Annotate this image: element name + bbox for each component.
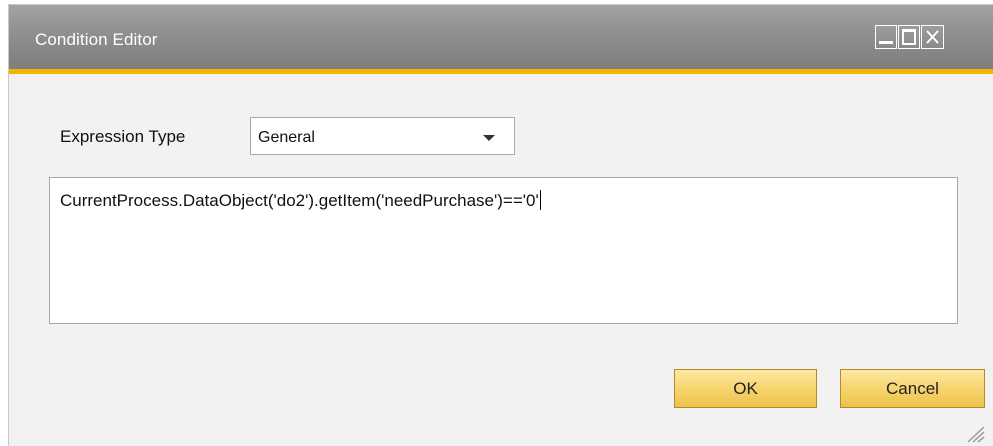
expression-text: CurrentProcess.DataObject('do2').getItem… — [60, 191, 539, 210]
title-accent-bar — [9, 69, 993, 74]
expression-type-select[interactable]: General — [250, 117, 515, 155]
ok-button[interactable]: OK — [674, 369, 817, 408]
expression-text-content: CurrentProcess.DataObject('do2').getItem… — [60, 190, 541, 211]
expression-type-label: Expression Type — [60, 127, 186, 146]
text-caret — [539, 190, 541, 210]
close-x-glyph — [926, 30, 939, 44]
title-bar[interactable]: Condition Editor — [9, 5, 993, 69]
maximize-icon[interactable] — [898, 25, 920, 49]
close-icon[interactable] — [921, 25, 944, 49]
cancel-button[interactable]: Cancel — [840, 369, 985, 408]
expression-textarea[interactable]: CurrentProcess.DataObject('do2').getItem… — [49, 177, 958, 324]
window-title: Condition Editor — [35, 30, 158, 49]
resize-grip-icon[interactable] — [964, 425, 986, 443]
chevron-down-icon[interactable] — [483, 135, 495, 141]
expression-type-value: General — [258, 129, 315, 146]
minimize-icon[interactable] — [875, 25, 897, 49]
